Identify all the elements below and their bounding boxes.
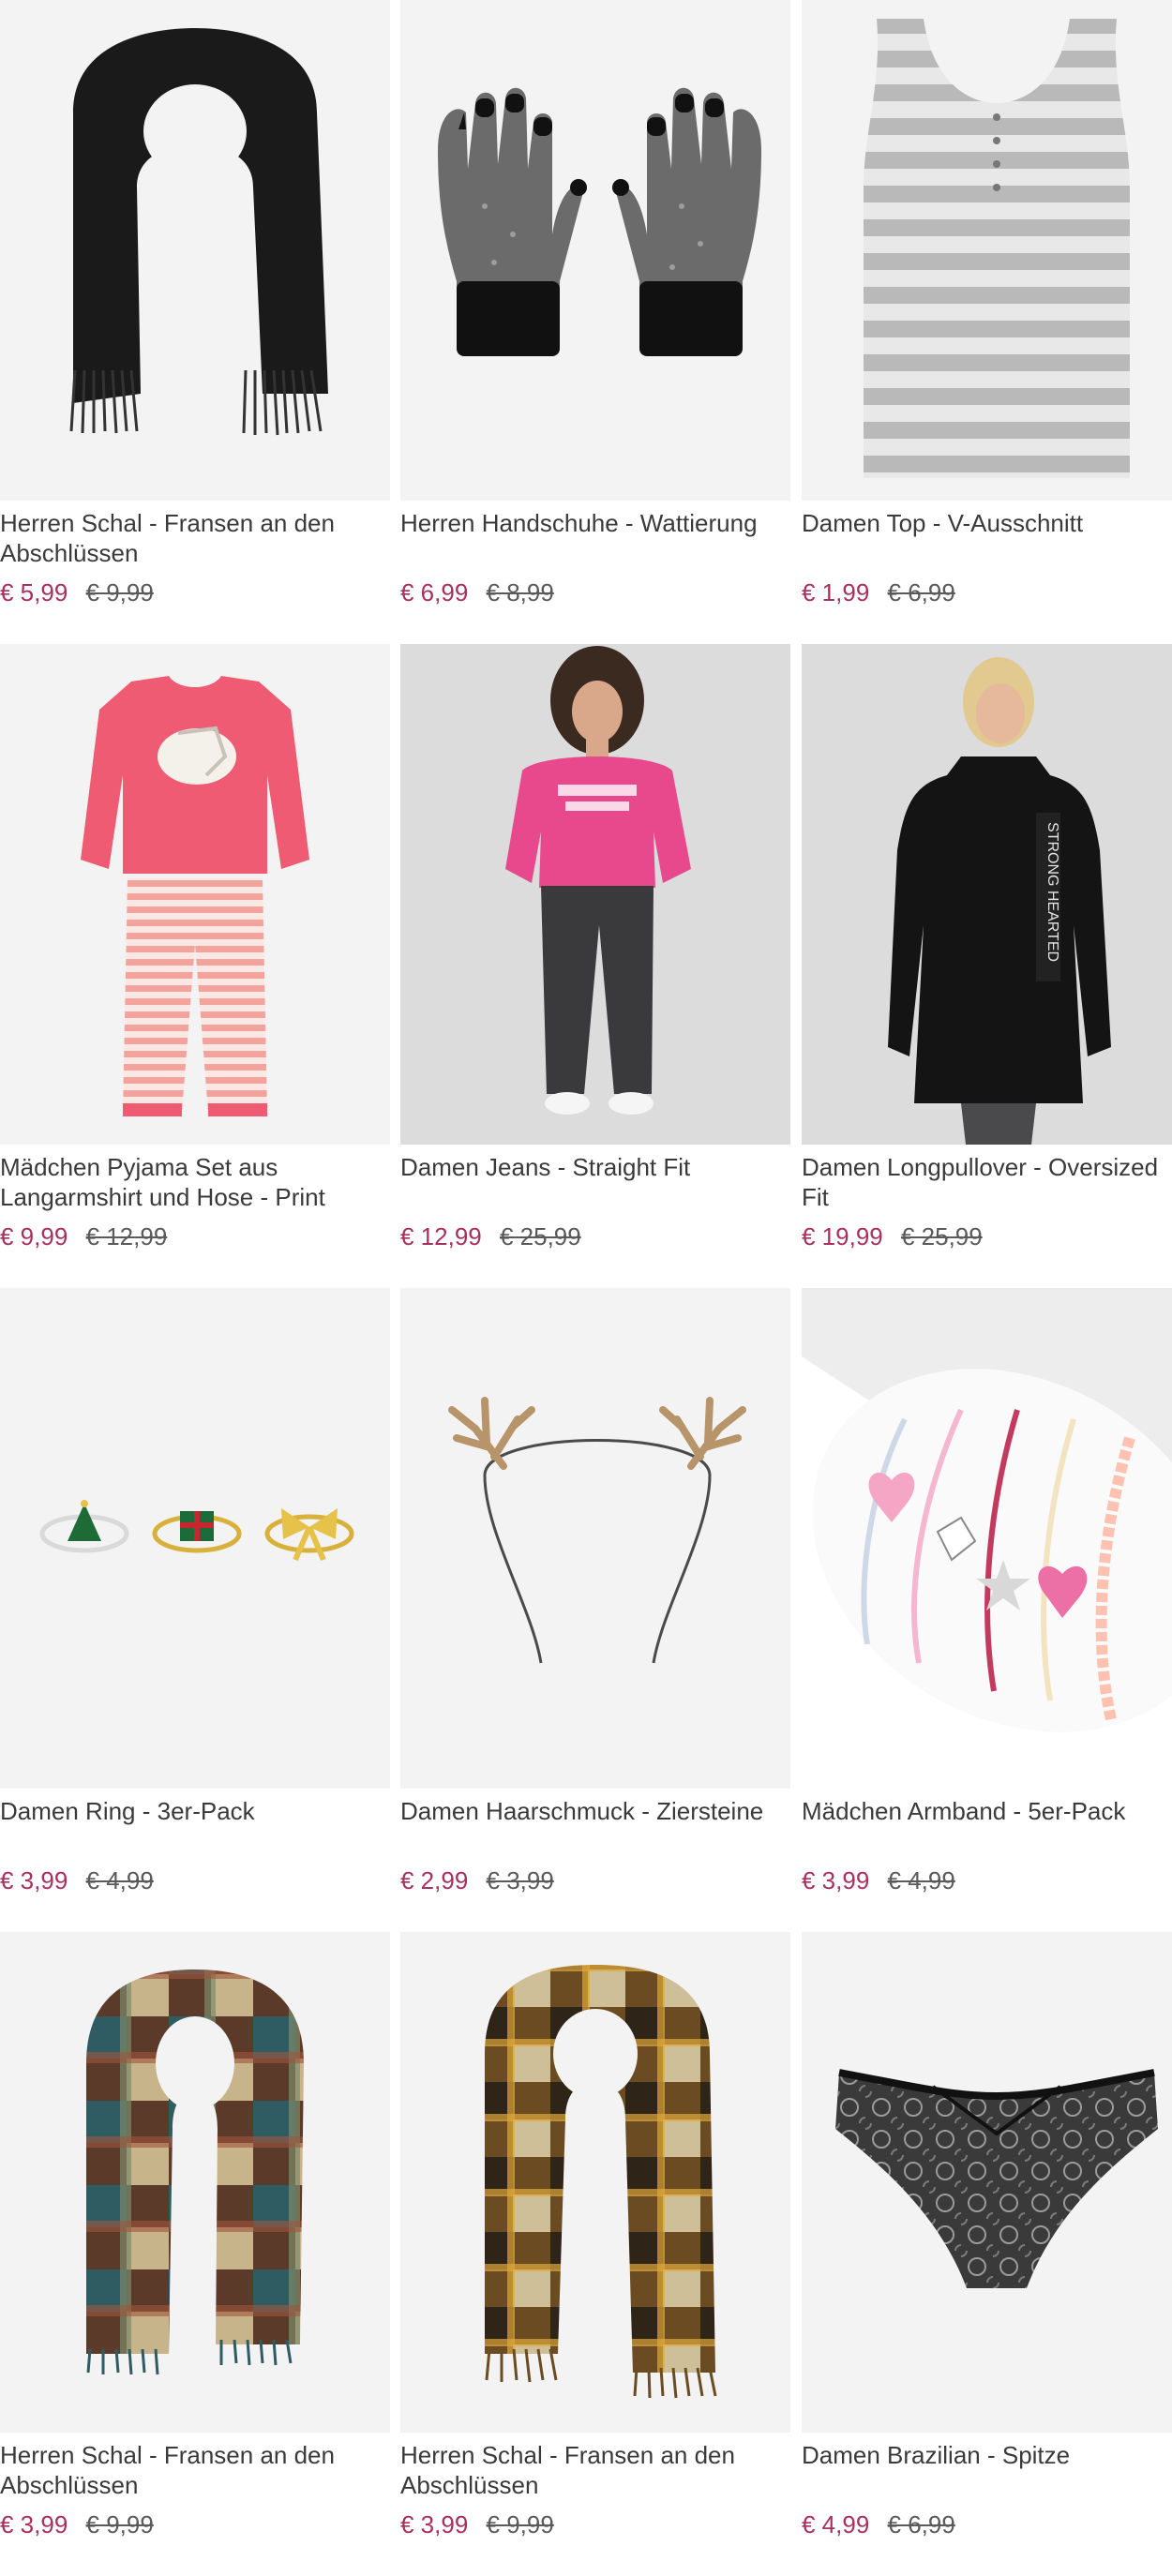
product-image[interactable] bbox=[400, 0, 790, 501]
price-row: € 9,99 € 12,99 bbox=[0, 1221, 167, 1251]
product-card[interactable]: Herren Handschuhe - Wattierung € 6,99 € … bbox=[400, 0, 790, 644]
price-row: € 1,99 € 6,99 bbox=[802, 577, 955, 607]
old-price: € 9,99 bbox=[85, 2510, 154, 2539]
old-price: € 6,99 bbox=[887, 2510, 955, 2539]
product-image[interactable] bbox=[802, 0, 1172, 501]
model-pink-sweater-jeans-icon bbox=[505, 646, 691, 1115]
price-row: € 2,99 € 3,99 bbox=[400, 1865, 554, 1895]
product-grid: Herren Schal - Fransen an den Abschlüsse… bbox=[0, 0, 1172, 2568]
product-card[interactable]: Herren Schal - Fransen an den Abschlüsse… bbox=[0, 0, 390, 644]
pink-pyjama-set-icon bbox=[81, 676, 309, 1116]
product-image[interactable] bbox=[0, 0, 390, 501]
current-price: € 12,99 bbox=[400, 1222, 482, 1251]
current-price: € 19,99 bbox=[802, 1222, 883, 1251]
product-image[interactable] bbox=[0, 1932, 390, 2433]
price-row: € 3,99 € 4,99 bbox=[802, 1865, 955, 1895]
product-title[interactable]: Mädchen Armband - 5er-Pack bbox=[802, 1796, 1172, 1826]
striped-tank-top-icon bbox=[864, 19, 1130, 478]
old-price: € 12,99 bbox=[85, 1222, 168, 1251]
black-fringed-scarf-icon bbox=[69, 28, 328, 436]
product-image[interactable] bbox=[400, 1932, 790, 2433]
product-image[interactable] bbox=[0, 1288, 390, 1789]
product-title[interactable]: Damen Jeans - Straight Fit bbox=[400, 1152, 790, 1182]
product-title[interactable]: Herren Handschuhe - Wattierung bbox=[400, 508, 790, 538]
product-card[interactable]: STRONG HEARTED Damen Longpullover - Over… bbox=[802, 644, 1172, 1288]
current-price: € 3,99 bbox=[400, 2510, 469, 2539]
price-row: € 4,99 € 6,99 bbox=[802, 2509, 955, 2539]
price-row: € 5,99 € 9,99 bbox=[0, 577, 154, 607]
product-image[interactable] bbox=[400, 644, 790, 1145]
price-row: € 12,99 € 25,99 bbox=[400, 1221, 581, 1251]
current-price: € 4,99 bbox=[802, 2510, 870, 2539]
old-price: € 4,99 bbox=[887, 1866, 955, 1895]
current-price: € 9,99 bbox=[0, 1222, 68, 1251]
product-card[interactable]: Mädchen Pyjama Set aus Langarmshirt und … bbox=[0, 644, 390, 1288]
price-row: € 3,99 € 9,99 bbox=[400, 2509, 554, 2539]
old-price: € 9,99 bbox=[486, 2510, 554, 2539]
old-price: € 9,99 bbox=[85, 578, 154, 607]
product-title[interactable]: Herren Schal - Fransen an den Abschlüsse… bbox=[0, 2440, 390, 2500]
svg-text:STRONG HEARTED: STRONG HEARTED bbox=[1044, 822, 1060, 962]
product-title[interactable]: Herren Schal - Fransen an den Abschlüsse… bbox=[0, 508, 390, 568]
price-row: € 3,99 € 9,99 bbox=[0, 2509, 154, 2539]
product-image[interactable] bbox=[0, 644, 390, 1145]
current-price: € 5,99 bbox=[0, 578, 68, 607]
old-price: € 25,99 bbox=[900, 1222, 983, 1251]
price-row: € 19,99 € 25,99 bbox=[802, 1221, 983, 1251]
current-price: € 2,99 bbox=[400, 1866, 469, 1895]
current-price: € 6,99 bbox=[400, 578, 469, 607]
product-image[interactable]: STRONG HEARTED bbox=[802, 644, 1172, 1145]
lace-brazilian-icon bbox=[835, 2069, 1158, 2288]
current-price: € 3,99 bbox=[802, 1866, 870, 1895]
plaid-scarf-brown-icon bbox=[485, 1965, 717, 2399]
old-price: € 3,99 bbox=[486, 1866, 554, 1895]
product-title[interactable]: Damen Haarschmuck - Ziersteine bbox=[400, 1796, 790, 1826]
product-card[interactable]: Damen Brazilian - Spitze € 4,99 € 6,99 bbox=[802, 1932, 1172, 2576]
product-card[interactable]: Damen Jeans - Straight Fit € 12,99 € 25,… bbox=[400, 644, 790, 1288]
product-card[interactable]: Damen Top - V-Ausschnitt € 1,99 € 6,99 bbox=[802, 0, 1172, 644]
price-row: € 3,99 € 4,99 bbox=[0, 1865, 154, 1895]
product-image[interactable] bbox=[400, 1288, 790, 1789]
plaid-scarf-blue-icon bbox=[86, 1969, 304, 2375]
product-card[interactable]: Herren Schal - Fransen an den Abschlüsse… bbox=[0, 1932, 390, 2576]
product-title[interactable]: Herren Schal - Fransen an den Abschlüsse… bbox=[400, 2440, 790, 2500]
current-price: € 1,99 bbox=[802, 578, 870, 607]
current-price: € 3,99 bbox=[0, 2510, 68, 2539]
christmas-rings-icon bbox=[39, 1500, 354, 1562]
price-row: € 6,99 € 8,99 bbox=[400, 577, 554, 607]
old-price: € 6,99 bbox=[887, 578, 955, 607]
old-price: € 25,99 bbox=[499, 1222, 581, 1251]
product-title[interactable]: Damen Brazilian - Spitze bbox=[802, 2440, 1172, 2470]
old-price: € 8,99 bbox=[486, 578, 554, 607]
product-image[interactable] bbox=[802, 1288, 1172, 1789]
product-card[interactable]: Damen Ring - 3er-Pack € 3,99 € 4,99 bbox=[0, 1288, 390, 1932]
antler-headband-icon bbox=[448, 1397, 746, 1664]
product-image[interactable] bbox=[802, 1932, 1172, 2433]
product-card[interactable]: Mädchen Armband - 5er-Pack € 3,99 € 4,99 bbox=[802, 1288, 1172, 1932]
knit-gloves-icon bbox=[438, 87, 761, 356]
product-title[interactable]: Damen Longpullover - Oversized Fit bbox=[802, 1152, 1172, 1212]
product-card[interactable]: Damen Haarschmuck - Ziersteine € 2,99 € … bbox=[400, 1288, 790, 1932]
current-price: € 3,99 bbox=[0, 1866, 68, 1895]
product-title[interactable]: Damen Ring - 3er-Pack bbox=[0, 1796, 390, 1826]
product-title[interactable]: Mädchen Pyjama Set aus Langarmshirt und … bbox=[0, 1152, 390, 1212]
product-title[interactable]: Damen Top - V-Ausschnitt bbox=[802, 508, 1172, 538]
old-price: € 4,99 bbox=[85, 1866, 154, 1895]
bracelets-icon bbox=[802, 1288, 1172, 1789]
product-card[interactable]: Herren Schal - Fransen an den Abschlüsse… bbox=[400, 1932, 790, 2576]
model-black-longpullover-icon: STRONG HEARTED bbox=[888, 657, 1111, 1145]
